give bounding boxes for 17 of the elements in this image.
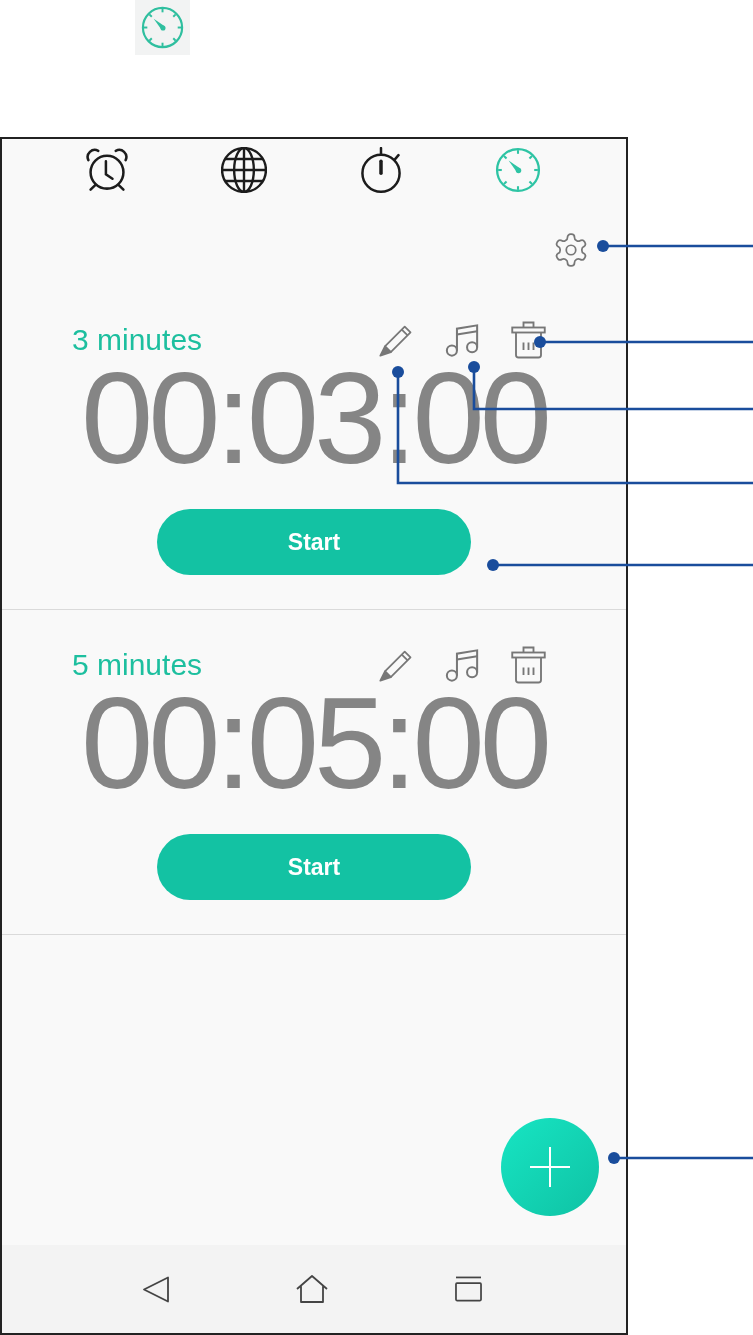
sound-button[interactable] xyxy=(444,646,480,684)
start-button[interactable]: Start xyxy=(157,834,471,900)
globe-icon xyxy=(221,147,267,193)
delete-button[interactable] xyxy=(510,646,546,684)
recent-apps-icon xyxy=(454,1276,482,1302)
stopwatch-icon xyxy=(360,146,402,194)
music-note-icon xyxy=(445,646,479,684)
timer-label: 5 minutes xyxy=(72,648,203,682)
timer-icon xyxy=(135,0,190,55)
start-button[interactable]: Start xyxy=(157,509,471,575)
alarm-clock-icon xyxy=(85,147,129,193)
back-icon xyxy=(142,1275,170,1303)
plus-icon xyxy=(529,1146,571,1188)
trash-icon xyxy=(510,646,546,684)
home-icon xyxy=(296,1274,328,1304)
countdown-time: 00:05:00 xyxy=(80,688,547,798)
timer-icon xyxy=(495,147,541,193)
